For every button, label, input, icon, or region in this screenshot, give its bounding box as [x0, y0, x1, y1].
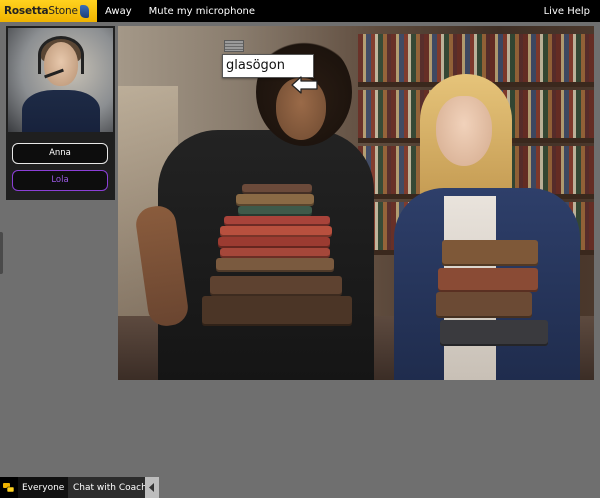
participant-lola-button[interactable]: Lola — [12, 170, 108, 191]
chat-bar: Everyone Chat with Coach — [0, 477, 160, 498]
book — [220, 226, 332, 237]
book — [440, 320, 548, 346]
vocabulary-word-label[interactable]: glasögon — [222, 54, 314, 78]
chat-bubbles-icon[interactable] — [0, 477, 18, 498]
chevron-left-icon[interactable] — [145, 477, 159, 498]
woman-face — [436, 96, 492, 166]
participants-panel: Anna Lola — [6, 26, 115, 200]
logo-mark-icon — [79, 4, 89, 18]
rosetta-stone-logo: Rosetta Stone — [0, 0, 97, 22]
top-bar: Rosetta Stone Away Mute my microphone Liv… — [0, 0, 600, 22]
book — [242, 184, 312, 194]
book-stack-left — [202, 184, 358, 334]
book — [436, 292, 532, 318]
book — [236, 194, 314, 206]
book-stack-right — [436, 240, 548, 348]
side-panel-edge-tab[interactable] — [0, 232, 3, 274]
live-help-button[interactable]: Live Help — [544, 6, 590, 17]
coach-webcam-video — [8, 28, 113, 132]
tab-everyone[interactable]: Everyone — [18, 477, 68, 498]
book — [202, 296, 352, 326]
lesson-photo — [118, 26, 594, 380]
mute-microphone-button[interactable]: Mute my microphone — [149, 6, 255, 17]
webcam-person-body — [22, 90, 100, 132]
book — [220, 248, 330, 258]
book — [438, 268, 538, 292]
book — [442, 240, 538, 266]
away-button[interactable]: Away — [105, 6, 132, 17]
book — [224, 216, 330, 226]
participant-anna-button[interactable]: Anna — [12, 143, 108, 164]
book — [216, 258, 334, 272]
book — [210, 276, 342, 296]
tab-chat-with-coach[interactable]: Chat with Coach — [68, 477, 147, 498]
drag-handle-icon[interactable] — [224, 40, 244, 52]
logo-text-light: Stone — [48, 5, 78, 17]
logo-text-bold: Rosetta — [4, 5, 49, 17]
book — [218, 237, 330, 248]
book — [238, 206, 312, 216]
arrow-left-icon — [291, 76, 318, 94]
